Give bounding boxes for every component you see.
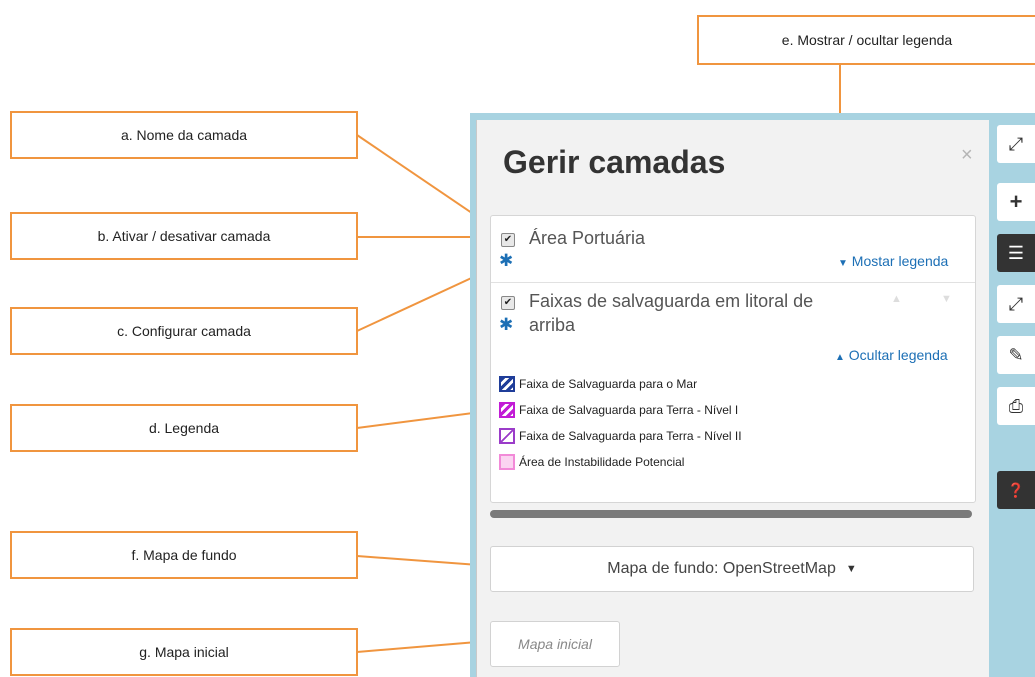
layer-checkbox[interactable]: ✔ [501, 296, 515, 310]
show-legend-link[interactable]: ▼ Mostar legenda [838, 253, 948, 269]
hatch-swatch-icon [499, 376, 515, 392]
callout-configure-layer: c. Configurar camada [10, 307, 358, 355]
arrow-up-icon[interactable]: ▲ [891, 293, 902, 305]
layer-order-controls: ▲ ▼ [875, 287, 955, 313]
hatch-swatch-icon [499, 402, 515, 418]
basemap-dropdown[interactable]: Mapa de fundo: OpenStreetMap ▼ [490, 546, 974, 592]
hatch-swatch-icon [499, 428, 515, 444]
legend-item: Área de Instabilidade Potencial [499, 449, 742, 475]
callout-layer-name: a. Nome da camada [10, 111, 358, 159]
fill-swatch-icon [499, 454, 515, 470]
callout-show-hide-legend: e. Mostrar / ocultar legenda [697, 15, 1035, 65]
close-icon[interactable]: × [961, 144, 973, 167]
callout-legend: d. Legenda [10, 404, 358, 452]
caret-down-icon: ▼ [838, 258, 848, 269]
caret-down-icon: ▼ [845, 563, 857, 575]
callout-toggle-layer: b. Ativar / desativar camada [10, 212, 358, 260]
callout-initial-map: g. Mapa inicial [10, 628, 358, 676]
hide-legend-link[interactable]: ▲ Ocultar legenda [835, 347, 948, 363]
plus-icon[interactable]: + [997, 183, 1035, 221]
layer-item: ✔ Área Portuária ✱ ▼ Mostar legenda [491, 216, 975, 283]
legend-item: Faixa de Salvaguarda para Terra - Nível … [499, 397, 742, 423]
panel-title: Gerir camadas [503, 144, 726, 180]
print-icon[interactable]: ⎙ [997, 387, 1035, 425]
pencil-icon[interactable]: ✎ [997, 336, 1035, 374]
layer-name: Faixas de salvaguarda em litoral de arri… [529, 291, 814, 335]
callout-basemap: f. Mapa de fundo [10, 531, 358, 579]
resize-icon[interactable]: ⤢ [997, 285, 1035, 323]
legend-item: Faixa de Salvaguarda para Terra - Nível … [499, 423, 742, 449]
arrow-down-icon[interactable]: ▼ [941, 293, 952, 305]
layer-name: Área Portuária [529, 228, 646, 248]
layer-item: ✔ Faixas de salvaguarda em litoral de ar… [491, 283, 975, 502]
help-icon[interactable]: ❓ [997, 471, 1035, 509]
layers-icon[interactable]: ☰ [997, 234, 1035, 272]
gear-icon[interactable]: ✱ [499, 252, 513, 269]
caret-up-icon: ▲ [835, 352, 845, 363]
layer-manager-panel: Gerir camadas × ✔ Área Portuária ✱ ▼ Mos… [476, 120, 989, 677]
layer-list: ✔ Área Portuária ✱ ▼ Mostar legenda ✔ Fa… [490, 215, 976, 503]
legend: Faixa de Salvaguarda para o Mar Faixa de… [499, 371, 742, 475]
legend-item: Faixa de Salvaguarda para o Mar [499, 371, 742, 397]
gear-icon[interactable]: ✱ [499, 316, 513, 333]
initial-map-button[interactable]: Mapa inicial [490, 621, 620, 667]
layer-checkbox[interactable]: ✔ [501, 233, 515, 247]
horizontal-scrollbar[interactable] [490, 510, 972, 518]
expand-icon[interactable]: ⤢ [997, 125, 1035, 163]
